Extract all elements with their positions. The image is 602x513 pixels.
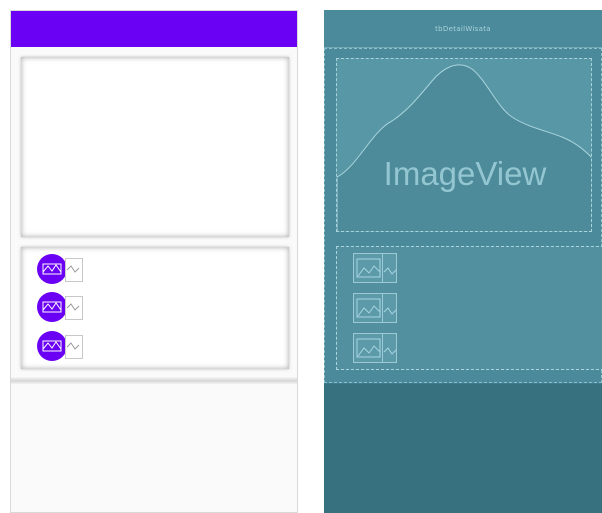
list-item[interactable] — [353, 253, 397, 283]
thumbnail-list-card — [21, 247, 289, 369]
list-item[interactable] — [353, 333, 397, 363]
list-item[interactable] — [37, 292, 87, 322]
mountain-placeholder-icon — [337, 64, 591, 231]
image-placeholder-icon — [356, 258, 397, 278]
blueprint-image-view[interactable]: ImageView — [336, 58, 592, 232]
image-view-card — [21, 57, 289, 237]
image-view-label: ImageView — [383, 155, 547, 192]
list-item[interactable] — [37, 331, 87, 361]
blueprint-empty-area — [324, 384, 602, 513]
blueprint-scroll-view[interactable] — [336, 246, 602, 370]
design-preview-panel — [10, 10, 298, 513]
image-placeholder-icon — [356, 338, 397, 358]
blueprint-toolbar-title: tbDetailWisata — [435, 25, 491, 33]
list-item[interactable] — [353, 293, 397, 323]
image-placeholder-icon — [42, 301, 80, 313]
design-divider — [11, 376, 297, 384]
toolbar — [11, 11, 297, 47]
image-placeholder-icon — [42, 263, 80, 275]
list-item[interactable] — [37, 254, 87, 284]
image-placeholder-icon — [356, 298, 397, 318]
blueprint-panel: tbDetailWisata ImageView — [324, 10, 602, 513]
image-placeholder-icon — [42, 340, 80, 352]
